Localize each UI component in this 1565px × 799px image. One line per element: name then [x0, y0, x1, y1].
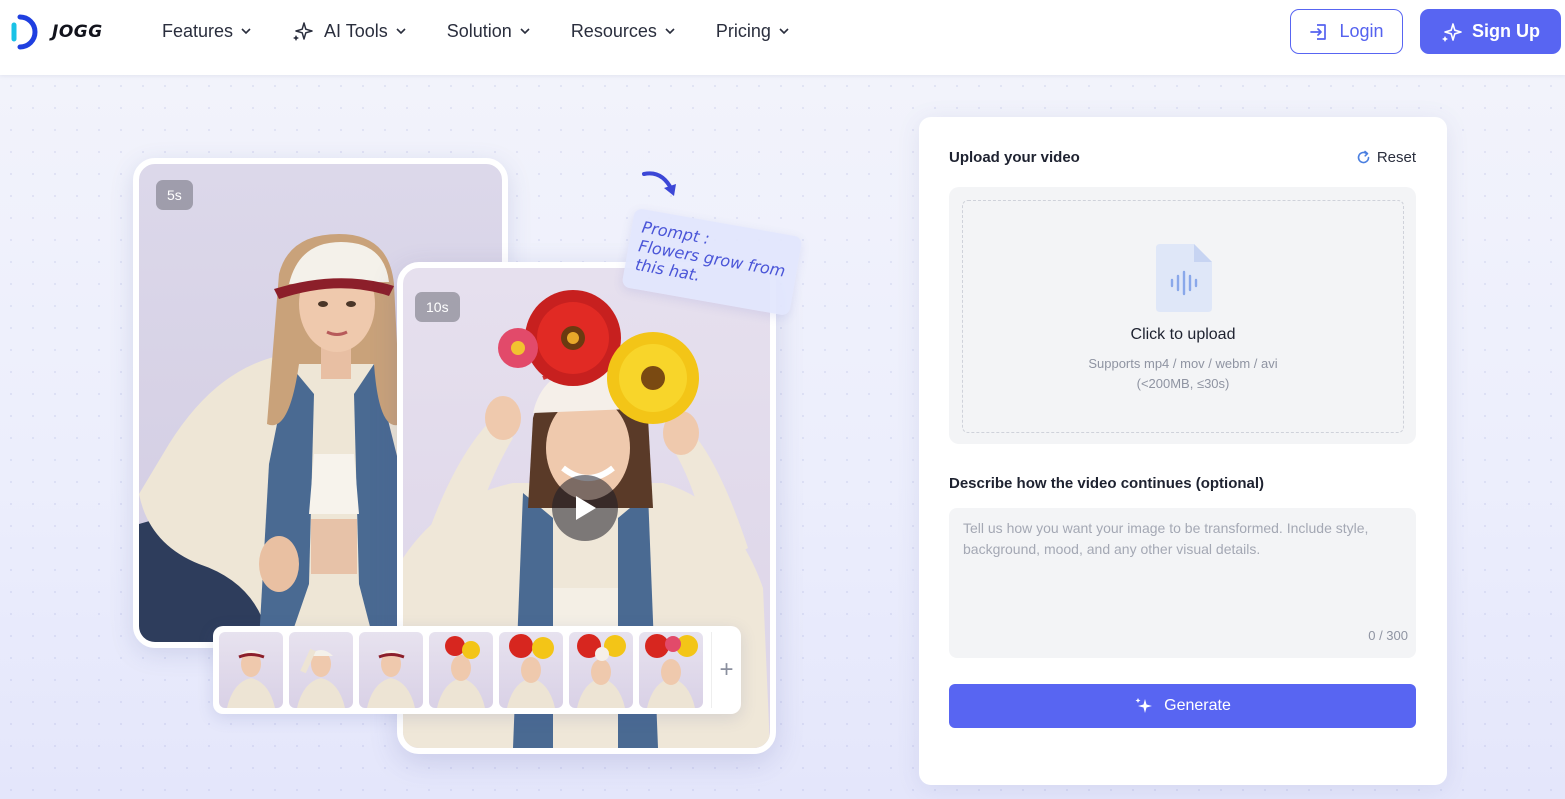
nav-label: Features [162, 20, 234, 41]
frame-thumbnail-strip: + [213, 626, 741, 714]
main-nav: Features AI Tools Solution Resources Pri… [162, 19, 830, 43]
duration-badge: 10s [415, 292, 460, 322]
signup-label: Sign Up [1472, 21, 1540, 41]
chevron-down-icon [396, 28, 406, 35]
chevron-down-icon [241, 28, 251, 35]
frame-thumbnail[interactable] [219, 632, 283, 708]
upload-hint-formats: Supports mp4 / mov / webm / avi [1088, 356, 1278, 371]
chevron-down-icon [520, 28, 530, 35]
refresh-icon [1357, 150, 1370, 164]
play-icon [576, 496, 596, 520]
add-frame-button[interactable]: + [711, 632, 741, 708]
describe-label: Describe how the video continues (option… [949, 475, 1265, 492]
sparkle-icon [1442, 22, 1462, 42]
frame-thumbnail[interactable] [639, 632, 703, 708]
logo-mark-icon [10, 13, 46, 51]
nav-resources[interactable]: Resources [571, 19, 676, 43]
audio-file-icon [1156, 244, 1212, 312]
frame-thumbnail[interactable] [289, 632, 353, 708]
panel-title: Upload your video [949, 149, 1080, 166]
nav-ai-tools[interactable]: AI Tools [292, 19, 407, 43]
chevron-down-icon [779, 28, 789, 35]
nav-label: Pricing [715, 20, 771, 41]
frame-thumbnail[interactable] [359, 632, 423, 708]
upload-dropzone[interactable]: Click to upload Supports mp4 / mov / web… [962, 200, 1404, 433]
upload-area: Click to upload Supports mp4 / mov / web… [949, 187, 1416, 444]
login-icon [1310, 23, 1327, 40]
chevron-down-icon [665, 28, 675, 35]
nav-solution[interactable]: Solution [447, 19, 531, 43]
generate-button[interactable]: Generate [949, 684, 1416, 728]
character-counter: 0 / 300 [1368, 628, 1408, 643]
upload-hint: Supports mp4 / mov / webm / avi (<200MB,… [963, 354, 1403, 394]
top-navbar: JOGG Features AI Tools Solution Resource… [0, 0, 1565, 75]
frame-thumbnail[interactable] [499, 632, 563, 708]
duration-badge: 5s [156, 180, 193, 210]
reset-button[interactable]: Reset [1356, 149, 1416, 166]
describe-textarea[interactable] [949, 508, 1416, 658]
curved-arrow-icon [642, 171, 676, 196]
reset-label: Reset [1376, 149, 1416, 166]
login-label: Login [1339, 21, 1384, 41]
upload-hint-limits: (<200MB, ≤30s) [1136, 376, 1230, 391]
play-button[interactable] [552, 475, 618, 541]
nav-features[interactable]: Features [162, 19, 252, 43]
frame-thumbnail[interactable] [569, 632, 633, 708]
upload-title: Click to upload [1130, 326, 1236, 343]
sparkle-icon [293, 22, 313, 41]
nav-label: Solution [446, 20, 512, 41]
jogg-logo[interactable]: JOGG [10, 12, 110, 52]
signup-button[interactable]: Sign Up [1420, 9, 1561, 54]
upload-panel: Upload your video Reset Click to upload [919, 117, 1447, 785]
nav-label: Resources [570, 20, 657, 41]
logo-text: JOGG [52, 22, 103, 42]
nav-label: AI Tools [324, 20, 388, 41]
nav-pricing[interactable]: Pricing [716, 19, 790, 43]
generate-label: Generate [1164, 697, 1231, 714]
frame-thumbnail[interactable] [429, 632, 493, 708]
sparkle-icon [1135, 698, 1153, 713]
login-button[interactable]: Login [1290, 9, 1403, 54]
